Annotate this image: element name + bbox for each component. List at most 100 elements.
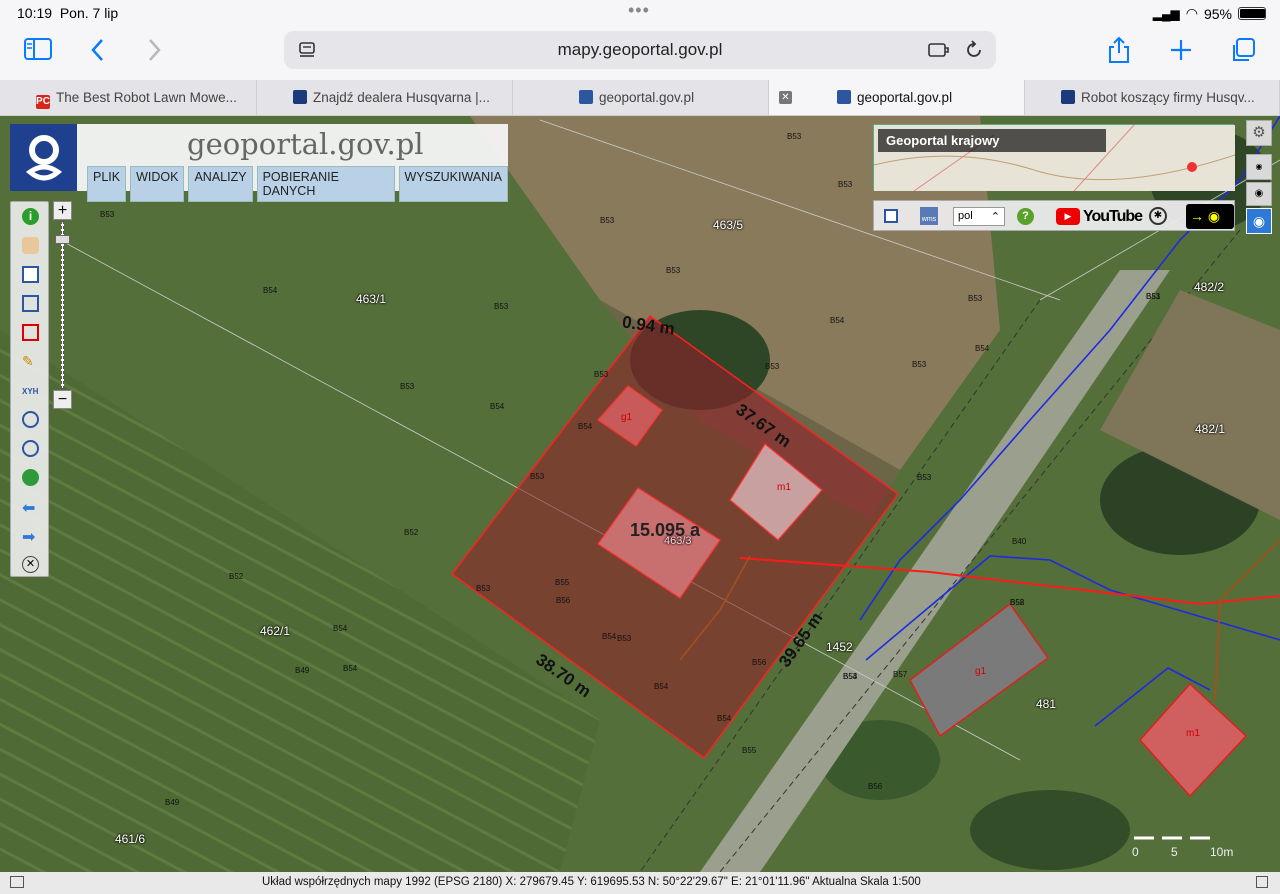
parcel-label: 463/1 [356, 292, 387, 306]
parcel-label: 482/2 [1194, 280, 1225, 294]
pencil-icon[interactable]: ✎ [22, 353, 39, 370]
view-toggle-large[interactable]: ◉ [1246, 208, 1272, 234]
select-red-icon[interactable] [22, 324, 39, 341]
xyh-icon[interactable]: XYH [22, 383, 39, 400]
elevation-label: B54 [975, 344, 990, 353]
tab-robot-lawn[interactable]: PC The Best Robot Lawn Mowe... [0, 80, 257, 115]
reload-icon[interactable] [964, 40, 984, 60]
multitasking-dots-icon[interactable]: ••• [628, 0, 650, 21]
elevation-label: B54 [830, 316, 845, 325]
building-label: g1 [621, 412, 633, 423]
scalebar-label: 5 [1171, 845, 1178, 859]
parcel-label: 462/1 [260, 624, 291, 638]
building-label: m1 [777, 482, 791, 493]
tab-husqvarna-dealer[interactable]: Znajdź dealera Husqvarna |... [257, 80, 513, 115]
wifi-icon: ◠ [1185, 5, 1198, 21]
wms-icon[interactable]: wms [920, 207, 938, 225]
building-label: g1 [975, 666, 987, 677]
elevation-label: B40 [1012, 537, 1027, 546]
select-area-icon[interactable] [22, 295, 39, 312]
menu-wyszukiwania[interactable]: WYSZUKIWANIA [398, 166, 508, 202]
settings-icon[interactable]: ⚙ [1246, 120, 1272, 146]
tab-husqvarna-robot[interactable]: Robot koszący firmy Husqv... [1025, 80, 1280, 115]
sidebar-icon[interactable] [24, 38, 52, 60]
elevation-label: B53 [600, 216, 615, 225]
tab-geoportal-active[interactable]: ✕ geoportal.gov.pl [769, 80, 1025, 115]
expand-icon[interactable] [1256, 876, 1268, 888]
elevation-label: B53 [968, 294, 983, 303]
geoportal-favicon-icon [579, 90, 593, 104]
close-tab-icon[interactable]: ✕ [779, 91, 792, 104]
zoom-out-icon[interactable] [22, 440, 39, 457]
pc-favicon-icon: PC [36, 95, 50, 109]
layers-icon[interactable] [884, 209, 898, 223]
menu-widok[interactable]: WIDOK [130, 166, 185, 202]
high-contrast-button[interactable]: → ◉ [1186, 204, 1234, 229]
forward-arrow-icon[interactable]: ➡ [22, 527, 39, 546]
pan-hand-icon[interactable] [22, 237, 39, 254]
share-icon[interactable] [1108, 36, 1130, 64]
menu-analizy[interactable]: ANALIZY [188, 166, 253, 202]
elevation-label: B55 [742, 746, 757, 755]
zoom-in-icon[interactable] [22, 411, 39, 428]
husqvarna-favicon-icon [293, 90, 307, 104]
tabs-overview-icon[interactable] [1230, 38, 1256, 64]
elevation-label: B53 [494, 302, 509, 311]
globe-icon[interactable] [22, 469, 39, 486]
site-title: geoportal.gov.pl [187, 127, 424, 161]
new-tab-icon[interactable] [1170, 39, 1192, 61]
view-toggle-small[interactable]: ◉ [1246, 154, 1272, 180]
forward-icon[interactable] [146, 38, 162, 62]
youtube-button[interactable]: ▶ YouTube [1056, 206, 1143, 227]
elevation-label: B53 [476, 584, 491, 593]
info-icon[interactable]: i [22, 208, 39, 225]
overview-map[interactable]: Geoportal krajowy [873, 124, 1235, 191]
elevation-label: B54 [263, 286, 278, 295]
husqvarna-favicon-icon [1061, 90, 1075, 104]
language-value: pol [958, 210, 973, 222]
parcel-label: 461/6 [115, 832, 146, 846]
map-toolbar: i ✎ XYH ⬅ ➡ ✕ [10, 201, 49, 577]
status-date: Pon. 7 lip [59, 5, 119, 21]
help-icon[interactable]: ? [1017, 208, 1034, 225]
zoom-handle[interactable] [55, 235, 70, 244]
elevation-label: B56 [868, 782, 883, 791]
tab-label: The Best Robot Lawn Mowe... [56, 90, 237, 105]
crosshair-icon[interactable]: ✕ [22, 556, 39, 573]
url-text: mapy.geoportal.gov.pl [557, 40, 723, 59]
elevation-label: B53 [912, 360, 927, 369]
back-icon[interactable] [90, 38, 106, 62]
elevation-label: B53 [838, 180, 853, 189]
zoom-slider[interactable]: + − [53, 201, 73, 411]
language-select[interactable]: pol ⌃ [953, 207, 1005, 226]
zoom-plus-button[interactable]: + [53, 201, 72, 220]
battery-icon [1238, 7, 1266, 20]
elevation-label: B53 [617, 634, 632, 643]
elevation-label: B54 [654, 682, 669, 691]
address-bar[interactable]: mapy.geoportal.gov.pl [284, 31, 996, 69]
crop-icon[interactable] [10, 876, 24, 888]
back-arrow-icon[interactable]: ⬅ [22, 498, 39, 517]
elevation-label: B52 [1010, 598, 1025, 607]
elevation-label: B56 [752, 658, 767, 667]
zoom-track[interactable] [61, 221, 64, 389]
view-toggle-medium[interactable]: ◉ [1246, 182, 1272, 206]
main-menu: PLIK WIDOK ANALIZY POBIERANIE DANYCH WYS… [87, 166, 508, 202]
overview-map-label: Geoportal krajowy [878, 129, 1106, 152]
parcel-label: 481 [1036, 697, 1057, 711]
accessibility-icon[interactable]: ✱ [1149, 207, 1167, 225]
zoom-minus-button[interactable]: − [53, 390, 72, 409]
geoportal-logo-icon [10, 124, 77, 191]
tab-geoportal-1[interactable]: geoportal.gov.pl [513, 80, 769, 115]
elevation-label: B52 [229, 572, 244, 581]
battery-percent: 95% [1203, 5, 1232, 22]
elevation-label: B52 [404, 528, 419, 537]
legend-icon[interactable] [22, 266, 39, 283]
status-right: ▂▄▆ ◠ 95% [1153, 5, 1266, 22]
menu-plik[interactable]: PLIK [87, 166, 127, 202]
elevation-label: B57 [893, 670, 908, 679]
menu-pobieranie-danych[interactable]: POBIERANIE DANYCH [256, 166, 395, 202]
elevation-label: B53 [1146, 292, 1161, 301]
extension-icon[interactable] [928, 41, 950, 59]
scalebar-label: 10m [1210, 845, 1234, 859]
